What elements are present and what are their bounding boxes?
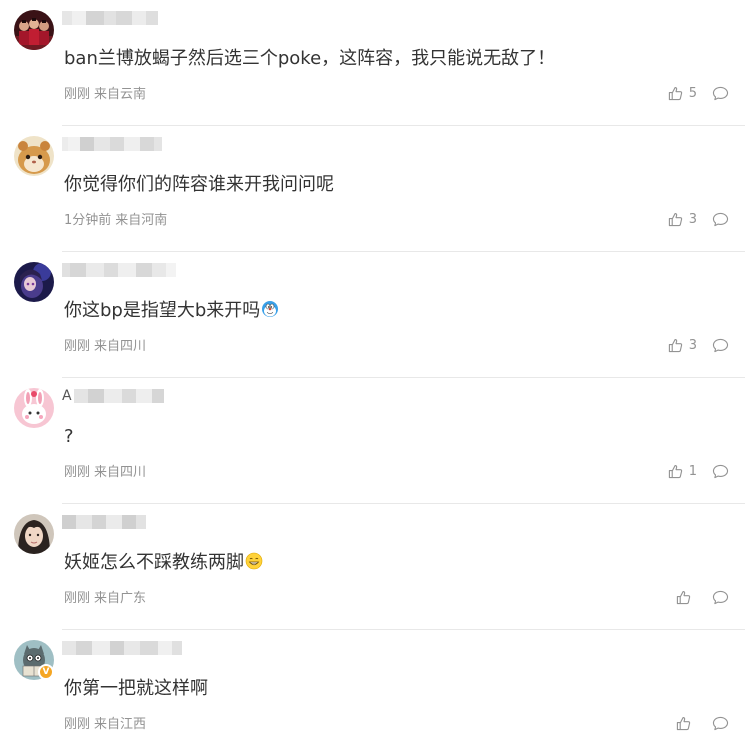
comment-bubble-icon [712, 590, 729, 605]
comment-item: ban兰博放蝎子然后选三个poke，这阵容，我只能说无敌了！ 刚刚 来自云南 5 [0, 0, 745, 126]
like-count: 5 [688, 86, 697, 101]
comment-text: 妖姬怎么不踩教练两脚 [64, 550, 263, 576]
comment-meta: 1分钟前 来自河南 [64, 212, 167, 230]
reply-button[interactable] [712, 716, 729, 731]
thumbs-up-icon [668, 465, 682, 479]
comment-location: 来自四川 [94, 465, 147, 480]
user-avatar[interactable] [14, 514, 54, 554]
reply-button[interactable] [712, 464, 729, 479]
like-count: 1 [688, 464, 697, 479]
reply-button[interactable] [712, 212, 729, 227]
comment-bubble-icon [712, 86, 729, 101]
thumbs-up-icon [668, 339, 682, 353]
comment-text-content: 你这bp是指望大b来开吗 [64, 300, 261, 321]
username-blurred[interactable] [62, 510, 146, 534]
comment-bubble-icon [712, 464, 729, 479]
comment-time: 刚刚 [64, 339, 91, 354]
like-count: 3 [688, 338, 697, 353]
comment-meta: 刚刚 来自四川 [64, 464, 146, 482]
user-avatar[interactable] [14, 136, 54, 176]
anime-dark-avatar-icon [14, 262, 54, 302]
comment-text: 你第一把就这样啊 [64, 678, 208, 699]
thumbs-up-icon [668, 87, 682, 101]
comment-meta: 刚刚 来自四川 [64, 338, 146, 356]
comment-time: 1分钟前 [64, 213, 112, 228]
comment-item: 妖姬怎么不踩教练两脚 刚刚 来自广东 [0, 504, 745, 630]
comment-time: 刚刚 [64, 465, 91, 480]
comment-meta: 刚刚 来自云南 [64, 86, 146, 104]
comment-item: A ? 刚刚 来自四川 1 [0, 378, 745, 504]
comment-bubble-icon [712, 338, 729, 353]
like-button[interactable] [676, 716, 697, 731]
comment-time: 刚刚 [64, 591, 91, 606]
reply-button[interactable] [712, 590, 729, 605]
comment-bubble-icon [712, 716, 729, 731]
doraemon-emoji-icon [262, 301, 279, 317]
comment-location: 来自四川 [94, 339, 147, 354]
red-group-photo-avatar-icon [14, 10, 54, 50]
thumbs-up-icon [676, 717, 691, 731]
thumbs-up-icon [676, 591, 691, 605]
comment-time: 刚刚 [64, 87, 91, 102]
comment-meta: 刚刚 来自广东 [64, 590, 146, 608]
like-count: 3 [688, 212, 697, 227]
comment-text: 你这bp是指望大b来开吗 [64, 298, 279, 324]
comment-meta: 刚刚 来自江西 [64, 716, 146, 734]
comment-bubble-icon [712, 212, 729, 227]
username-blurred[interactable] [62, 258, 176, 282]
comment-location: 来自江西 [94, 717, 147, 732]
like-button[interactable]: 3 [668, 338, 697, 353]
comment-time: 刚刚 [64, 717, 91, 732]
username-blurred[interactable]: A [62, 384, 164, 408]
user-avatar[interactable] [14, 262, 54, 302]
grin-emoji-icon [245, 552, 263, 570]
comment-list: ban兰博放蝎子然后选三个poke，这阵容，我只能说无敌了！ 刚刚来自云南 5 [0, 0, 745, 751]
comment-text: ban兰博放蝎子然后选三个poke，这阵容，我只能说无敌了！ [64, 48, 556, 69]
girl-photo-avatar-icon [14, 514, 54, 554]
pink-bunny-avatar-icon [14, 388, 54, 428]
user-avatar[interactable] [14, 10, 54, 50]
username-blurred[interactable] [62, 6, 158, 30]
hamster-avatar-icon [14, 136, 54, 176]
username-blurred[interactable] [62, 636, 182, 660]
comment-text: 你觉得你们的阵容谁来开我问问呢 [64, 174, 334, 195]
comment-text: ? [64, 426, 74, 447]
reply-button[interactable] [712, 338, 729, 353]
comment-item: 你这bp是指望大b来开吗 刚刚 来自四川 3 [0, 252, 745, 378]
like-button[interactable]: 1 [668, 464, 697, 479]
comment-location: 来自河南 [115, 213, 168, 228]
comment-item: 你觉得你们的阵容谁来开我问问呢 1分钟前 来自河南 3 [0, 126, 745, 252]
thumbs-up-icon [668, 213, 682, 227]
like-button[interactable]: 5 [668, 86, 697, 101]
user-avatar[interactable] [14, 388, 54, 428]
verified-badge-icon: V [38, 664, 54, 680]
comment-location: 来自广东 [94, 591, 147, 606]
comment-item: V 你第一把就这样啊 刚刚 来自江西 [0, 630, 745, 756]
comment-location: 来自云南 [94, 87, 147, 102]
like-button[interactable] [676, 590, 697, 605]
like-button[interactable]: 3 [668, 212, 697, 227]
comment-text-content: 妖姬怎么不踩教练两脚 [64, 552, 244, 573]
reply-button[interactable] [712, 86, 729, 101]
username-blurred[interactable] [62, 132, 162, 156]
